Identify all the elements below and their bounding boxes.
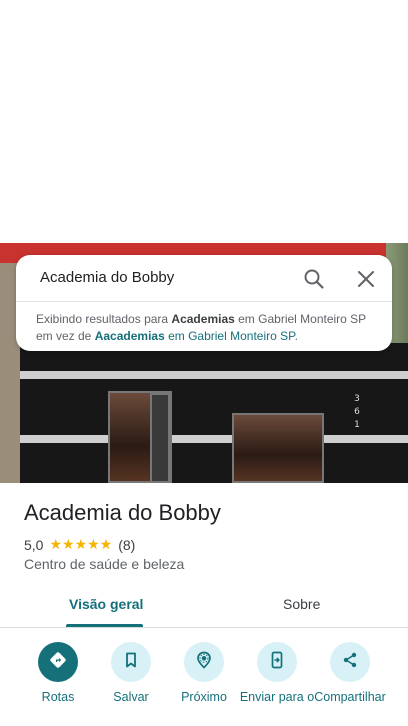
corrected-term: Academias bbox=[171, 312, 235, 326]
review-count[interactable]: (8) bbox=[118, 537, 135, 553]
close-icon[interactable] bbox=[354, 267, 378, 291]
nearby-button[interactable]: Próximo bbox=[164, 642, 244, 704]
send-to-phone-button[interactable]: Enviar para o bbox=[237, 642, 317, 704]
place-category: Centro de saúde e beleza bbox=[24, 556, 185, 572]
share-label: Compartilhar bbox=[314, 690, 386, 704]
save-label: Salvar bbox=[113, 690, 149, 704]
building-facade bbox=[20, 343, 408, 483]
tab-overview[interactable]: Visão geral bbox=[69, 596, 143, 612]
search-query[interactable]: Academia do Bobby bbox=[40, 269, 174, 286]
tab-about[interactable]: Sobre bbox=[283, 596, 320, 612]
search-icon[interactable] bbox=[302, 267, 326, 291]
tab-selected-indicator bbox=[66, 624, 143, 627]
search-bar[interactable]: Academia do Bobby bbox=[16, 255, 392, 302]
star-rating-icon: ★★★★★ bbox=[49, 536, 113, 552]
address-number: 3 6 1 bbox=[354, 394, 360, 430]
search-correction-notice: Exibindo resultados para Academias em Ga… bbox=[36, 312, 366, 343]
send-to-phone-label: Enviar para o bbox=[239, 690, 315, 704]
save-button[interactable]: Salvar bbox=[91, 642, 171, 704]
send-to-phone-icon bbox=[267, 650, 287, 675]
original-location-link[interactable]: em Gabriel Monteiro SP bbox=[165, 329, 295, 343]
directions-button[interactable]: Rotas bbox=[18, 642, 98, 704]
original-term-link[interactable]: Aacademias bbox=[95, 329, 165, 343]
share-button[interactable]: Compartilhar bbox=[310, 642, 390, 704]
rating-row[interactable]: 5,0 ★★★★★ (8) bbox=[24, 536, 135, 553]
search-card: Academia do Bobby Exibindo resultados pa… bbox=[16, 255, 392, 351]
tab-bar: Visão geral Sobre bbox=[0, 584, 408, 628]
bookmark-icon bbox=[121, 650, 141, 675]
nearby-icon bbox=[194, 650, 214, 675]
place-title: Academia do Bobby bbox=[24, 500, 221, 525]
map-area-blank bbox=[0, 0, 408, 243]
nearby-label: Próximo bbox=[181, 690, 227, 704]
rating-value: 5,0 bbox=[24, 536, 44, 553]
directions-label: Rotas bbox=[41, 690, 75, 704]
directions-icon bbox=[48, 650, 68, 675]
share-icon bbox=[340, 650, 360, 675]
